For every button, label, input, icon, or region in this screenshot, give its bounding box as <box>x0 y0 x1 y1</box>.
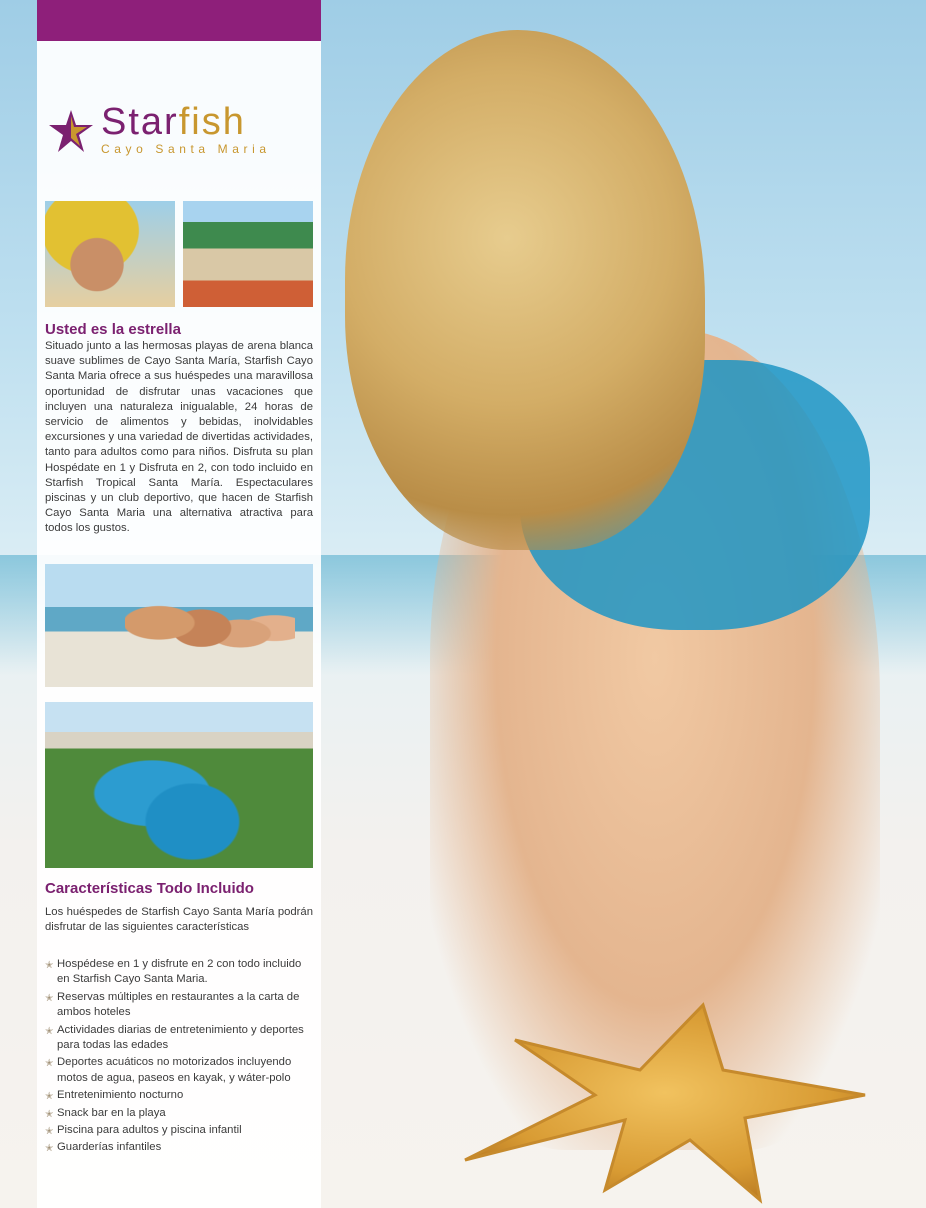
section-body-intro: Situado junto a las hermosas playas de a… <box>45 340 313 535</box>
features-list: ✭ Hospédese en 1 y disfrute en 2 con todo… <box>45 957 315 1158</box>
photo-woman-sunhat <box>45 201 175 307</box>
features-intro: Los huéspedes de Starfish Cayo Santa Mar… <box>45 906 313 934</box>
logo-wordmark: Starfish <box>101 101 246 143</box>
star-icon: ✭ <box>45 1108 54 1120</box>
section-heading-features: Características Todo Incluido <box>45 880 254 897</box>
photo-family-beach <box>45 564 313 687</box>
star-icon: ✭ <box>45 1058 54 1070</box>
list-item: ✭ Piscina para adultos y piscina infantil <box>45 1123 315 1138</box>
starfish-photo <box>464 1002 866 1204</box>
section-heading-star: Usted es la estrella <box>45 321 181 338</box>
family-figures <box>125 580 295 687</box>
list-item: ✭ Snack bar en la playa <box>45 1106 315 1121</box>
star-icon: ✭ <box>45 1143 54 1155</box>
starfish-logo: Starfish Cayo Santa Maria <box>47 100 312 160</box>
star-icon: ✭ <box>45 1091 54 1103</box>
list-item: ✭ Deportes acuáticos no motorizados inclu… <box>45 1056 292 1084</box>
starfish-logo-icon <box>49 110 93 152</box>
list-item: ✭ Hospédese en 1 y disfrute en 2 con todo… <box>45 958 302 986</box>
star-icon: ✭ <box>45 960 54 971</box>
list-item: ✭ Reservas múltiples en restaurantes a la… <box>45 990 300 1019</box>
star-icon: ✭ <box>45 1025 54 1037</box>
list-item: ✭ Guarderías infantiles <box>45 1140 315 1155</box>
girl-hair <box>345 30 705 550</box>
photo-pool-aerial <box>45 702 313 868</box>
logo-subtitle: Cayo Santa Maria <box>101 142 271 156</box>
list-item: ✭ Actividades diarias de entretenimiento … <box>45 1023 304 1052</box>
star-icon: ✭ <box>45 992 54 1004</box>
star-icon: ✭ <box>45 1126 54 1138</box>
photo-balcony-view <box>183 201 313 307</box>
top-color-bar <box>37 0 321 41</box>
list-item: ✭ Entretenimiento nocturno <box>45 1088 315 1103</box>
